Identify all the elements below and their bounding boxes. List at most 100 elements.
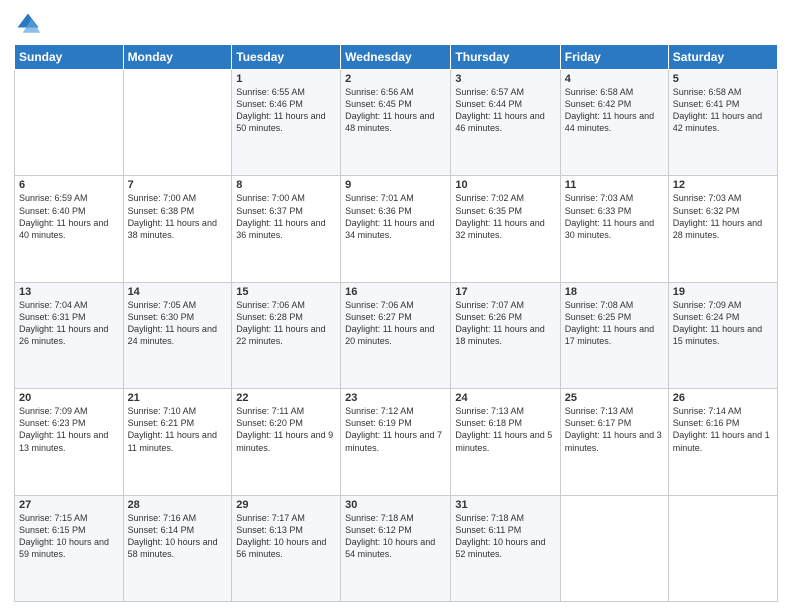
cell-content: Sunrise: 7:16 AMSunset: 6:14 PMDaylight:… [128, 512, 228, 561]
cell-content: Sunrise: 7:01 AMSunset: 6:36 PMDaylight:… [345, 192, 446, 241]
day-number: 25 [565, 392, 664, 404]
calendar-cell: 8Sunrise: 7:00 AMSunset: 6:37 PMDaylight… [232, 176, 341, 282]
day-number: 22 [236, 392, 336, 404]
calendar-cell: 10Sunrise: 7:02 AMSunset: 6:35 PMDayligh… [451, 176, 560, 282]
calendar-cell: 11Sunrise: 7:03 AMSunset: 6:33 PMDayligh… [560, 176, 668, 282]
calendar-cell: 22Sunrise: 7:11 AMSunset: 6:20 PMDayligh… [232, 389, 341, 495]
cell-content: Sunrise: 7:15 AMSunset: 6:15 PMDaylight:… [19, 512, 119, 561]
day-number: 27 [19, 499, 119, 511]
cell-content: Sunrise: 7:08 AMSunset: 6:25 PMDaylight:… [565, 299, 664, 348]
calendar-cell: 13Sunrise: 7:04 AMSunset: 6:31 PMDayligh… [15, 282, 124, 388]
day-number: 2 [345, 73, 446, 85]
cell-content: Sunrise: 7:05 AMSunset: 6:30 PMDaylight:… [128, 299, 228, 348]
day-number: 31 [455, 499, 555, 511]
cell-content: Sunrise: 7:09 AMSunset: 6:23 PMDaylight:… [19, 405, 119, 454]
calendar-cell: 25Sunrise: 7:13 AMSunset: 6:17 PMDayligh… [560, 389, 668, 495]
cell-content: Sunrise: 7:00 AMSunset: 6:38 PMDaylight:… [128, 192, 228, 241]
day-number: 8 [236, 179, 336, 191]
cell-content: Sunrise: 7:04 AMSunset: 6:31 PMDaylight:… [19, 299, 119, 348]
logo [14, 10, 44, 38]
day-number: 7 [128, 179, 228, 191]
weekday-header-row: SundayMondayTuesdayWednesdayThursdayFrid… [15, 45, 778, 70]
calendar-cell: 7Sunrise: 7:00 AMSunset: 6:38 PMDaylight… [123, 176, 232, 282]
cell-content: Sunrise: 7:13 AMSunset: 6:18 PMDaylight:… [455, 405, 555, 454]
calendar-cell: 1Sunrise: 6:55 AMSunset: 6:46 PMDaylight… [232, 70, 341, 176]
cell-content: Sunrise: 7:14 AMSunset: 6:16 PMDaylight:… [673, 405, 773, 454]
calendar-cell [123, 70, 232, 176]
cell-content: Sunrise: 7:11 AMSunset: 6:20 PMDaylight:… [236, 405, 336, 454]
calendar-cell: 17Sunrise: 7:07 AMSunset: 6:26 PMDayligh… [451, 282, 560, 388]
calendar-cell: 15Sunrise: 7:06 AMSunset: 6:28 PMDayligh… [232, 282, 341, 388]
cell-content: Sunrise: 6:59 AMSunset: 6:40 PMDaylight:… [19, 192, 119, 241]
calendar-cell: 24Sunrise: 7:13 AMSunset: 6:18 PMDayligh… [451, 389, 560, 495]
weekday-header-wednesday: Wednesday [341, 45, 451, 70]
cell-content: Sunrise: 7:09 AMSunset: 6:24 PMDaylight:… [673, 299, 773, 348]
cell-content: Sunrise: 7:13 AMSunset: 6:17 PMDaylight:… [565, 405, 664, 454]
cell-content: Sunrise: 6:58 AMSunset: 6:42 PMDaylight:… [565, 86, 664, 135]
calendar-cell: 18Sunrise: 7:08 AMSunset: 6:25 PMDayligh… [560, 282, 668, 388]
calendar-table: SundayMondayTuesdayWednesdayThursdayFrid… [14, 44, 778, 602]
weekday-header-thursday: Thursday [451, 45, 560, 70]
day-number: 3 [455, 73, 555, 85]
calendar-week-row: 27Sunrise: 7:15 AMSunset: 6:15 PMDayligh… [15, 495, 778, 601]
cell-content: Sunrise: 7:12 AMSunset: 6:19 PMDaylight:… [345, 405, 446, 454]
calendar-cell: 16Sunrise: 7:06 AMSunset: 6:27 PMDayligh… [341, 282, 451, 388]
cell-content: Sunrise: 7:00 AMSunset: 6:37 PMDaylight:… [236, 192, 336, 241]
day-number: 26 [673, 392, 773, 404]
cell-content: Sunrise: 7:17 AMSunset: 6:13 PMDaylight:… [236, 512, 336, 561]
calendar-cell: 30Sunrise: 7:18 AMSunset: 6:12 PMDayligh… [341, 495, 451, 601]
weekday-header-saturday: Saturday [668, 45, 777, 70]
cell-content: Sunrise: 7:03 AMSunset: 6:32 PMDaylight:… [673, 192, 773, 241]
day-number: 28 [128, 499, 228, 511]
calendar-cell [15, 70, 124, 176]
weekday-header-friday: Friday [560, 45, 668, 70]
day-number: 29 [236, 499, 336, 511]
day-number: 16 [345, 286, 446, 298]
calendar-week-row: 13Sunrise: 7:04 AMSunset: 6:31 PMDayligh… [15, 282, 778, 388]
calendar-cell: 27Sunrise: 7:15 AMSunset: 6:15 PMDayligh… [15, 495, 124, 601]
day-number: 4 [565, 73, 664, 85]
day-number: 13 [19, 286, 119, 298]
day-number: 18 [565, 286, 664, 298]
day-number: 19 [673, 286, 773, 298]
calendar-cell: 2Sunrise: 6:56 AMSunset: 6:45 PMDaylight… [341, 70, 451, 176]
day-number: 12 [673, 179, 773, 191]
day-number: 24 [455, 392, 555, 404]
calendar-cell: 29Sunrise: 7:17 AMSunset: 6:13 PMDayligh… [232, 495, 341, 601]
calendar-cell: 6Sunrise: 6:59 AMSunset: 6:40 PMDaylight… [15, 176, 124, 282]
day-number: 10 [455, 179, 555, 191]
day-number: 20 [19, 392, 119, 404]
cell-content: Sunrise: 7:10 AMSunset: 6:21 PMDaylight:… [128, 405, 228, 454]
top-section [14, 10, 778, 38]
calendar-cell: 31Sunrise: 7:18 AMSunset: 6:11 PMDayligh… [451, 495, 560, 601]
calendar-cell: 28Sunrise: 7:16 AMSunset: 6:14 PMDayligh… [123, 495, 232, 601]
cell-content: Sunrise: 7:06 AMSunset: 6:28 PMDaylight:… [236, 299, 336, 348]
calendar-cell: 5Sunrise: 6:58 AMSunset: 6:41 PMDaylight… [668, 70, 777, 176]
calendar-cell: 14Sunrise: 7:05 AMSunset: 6:30 PMDayligh… [123, 282, 232, 388]
day-number: 21 [128, 392, 228, 404]
calendar-week-row: 1Sunrise: 6:55 AMSunset: 6:46 PMDaylight… [15, 70, 778, 176]
cell-content: Sunrise: 7:06 AMSunset: 6:27 PMDaylight:… [345, 299, 446, 348]
calendar-cell: 9Sunrise: 7:01 AMSunset: 6:36 PMDaylight… [341, 176, 451, 282]
cell-content: Sunrise: 7:18 AMSunset: 6:11 PMDaylight:… [455, 512, 555, 561]
cell-content: Sunrise: 7:03 AMSunset: 6:33 PMDaylight:… [565, 192, 664, 241]
calendar-cell: 3Sunrise: 6:57 AMSunset: 6:44 PMDaylight… [451, 70, 560, 176]
weekday-header-tuesday: Tuesday [232, 45, 341, 70]
calendar-cell: 19Sunrise: 7:09 AMSunset: 6:24 PMDayligh… [668, 282, 777, 388]
day-number: 1 [236, 73, 336, 85]
cell-content: Sunrise: 6:57 AMSunset: 6:44 PMDaylight:… [455, 86, 555, 135]
day-number: 5 [673, 73, 773, 85]
cell-content: Sunrise: 6:55 AMSunset: 6:46 PMDaylight:… [236, 86, 336, 135]
day-number: 30 [345, 499, 446, 511]
logo-icon [14, 10, 42, 38]
cell-content: Sunrise: 6:56 AMSunset: 6:45 PMDaylight:… [345, 86, 446, 135]
weekday-header-sunday: Sunday [15, 45, 124, 70]
page: SundayMondayTuesdayWednesdayThursdayFrid… [0, 0, 792, 612]
cell-content: Sunrise: 7:07 AMSunset: 6:26 PMDaylight:… [455, 299, 555, 348]
day-number: 15 [236, 286, 336, 298]
day-number: 6 [19, 179, 119, 191]
calendar-cell: 20Sunrise: 7:09 AMSunset: 6:23 PMDayligh… [15, 389, 124, 495]
weekday-header-monday: Monday [123, 45, 232, 70]
calendar-cell: 4Sunrise: 6:58 AMSunset: 6:42 PMDaylight… [560, 70, 668, 176]
calendar-cell [560, 495, 668, 601]
